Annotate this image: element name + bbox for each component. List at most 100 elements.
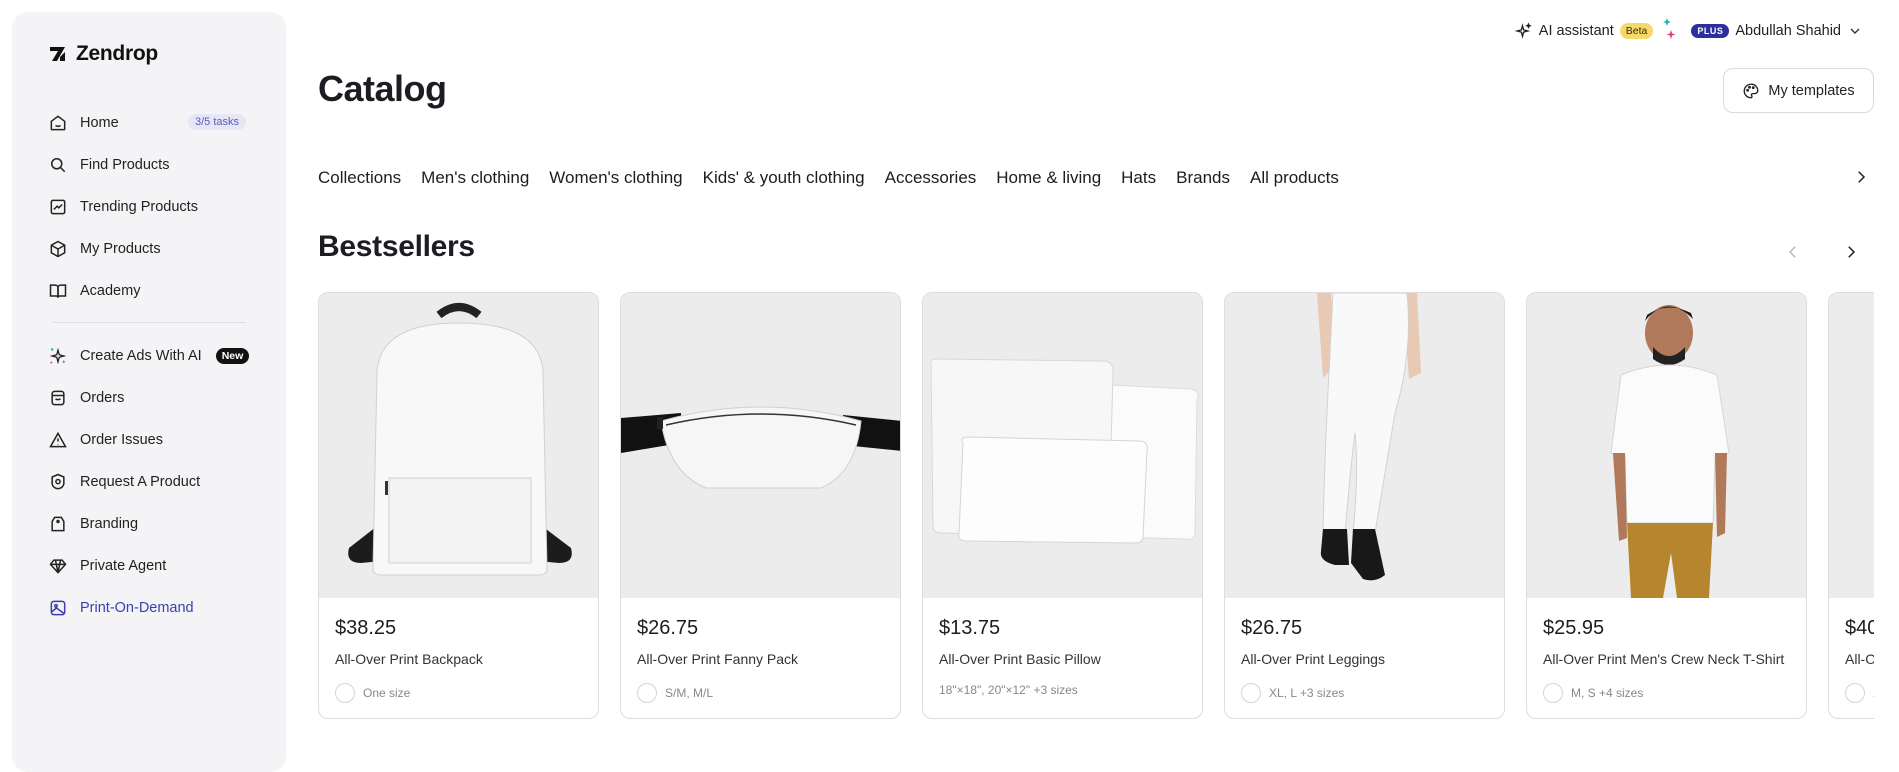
section-title: Bestsellers <box>318 230 475 263</box>
product-sizes-text: S/M, M/L <box>665 686 714 700</box>
tab-all-products[interactable]: All products <box>1250 168 1339 188</box>
product-sizes-text: 18"×18", 20"×12" +3 sizes <box>939 683 1078 697</box>
sidebar-item-label: Print-On-Demand <box>80 600 194 616</box>
sidebar-divider <box>52 322 246 323</box>
sidebar-item-home[interactable]: Home 3/5 tasks <box>12 102 286 144</box>
ai-sparkle-icon <box>1514 22 1532 39</box>
product-sizes: 18"×18", 20"×12" +3 sizes <box>939 683 1078 697</box>
product-sizes-text: One size <box>363 686 411 700</box>
color-swatch[interactable] <box>1543 683 1563 703</box>
product-card[interactable]: $38.25 All-Over Print Backpack One size <box>318 292 599 719</box>
product-image-backpack <box>319 293 598 598</box>
product-name: All-Over Print Leggings <box>1241 651 1385 667</box>
sidebar-item-private-agent[interactable]: Private Agent <box>12 545 286 587</box>
trending-icon <box>50 199 66 215</box>
product-card[interactable]: $26.75 All-Over Print Leggings XL, L +3 … <box>1224 292 1505 719</box>
user-name: Abdullah Shahid <box>1735 23 1841 39</box>
brand-name: Zendrop <box>76 42 158 65</box>
product-image-fanny-pack <box>621 293 900 598</box>
sidebar-item-label: Order Issues <box>80 432 163 448</box>
product-price: $25.95 <box>1543 617 1605 639</box>
page-title: Catalog <box>318 68 447 109</box>
product-price: $13.75 <box>939 617 1001 639</box>
sidebar-item-find-products[interactable]: Find Products <box>12 144 286 186</box>
tab-hats[interactable]: Hats <box>1121 168 1156 188</box>
box-icon <box>50 240 66 258</box>
new-badge: New <box>215 348 250 364</box>
product-sizes: XL <box>1845 683 1874 703</box>
sidebar-item-label: Academy <box>80 283 141 299</box>
product-sizes-text: XL <box>1873 686 1874 700</box>
ai-assistant-label: AI assistant <box>1538 23 1614 39</box>
ai-assistant-button[interactable]: AI assistant Beta <box>1514 22 1654 40</box>
my-templates-label: My templates <box>1768 82 1855 99</box>
sidebar-item-my-products[interactable]: My Products <box>12 228 286 270</box>
orders-icon <box>51 390 65 406</box>
product-image-partial <box>1829 293 1874 598</box>
topbar: AI assistant Beta PLUS Abdullah Shahid <box>1514 18 1863 44</box>
tab-womens-clothing[interactable]: Women's clothing <box>549 168 682 188</box>
sidebar-item-branding[interactable]: Branding <box>12 503 286 545</box>
color-swatch[interactable] <box>335 683 355 703</box>
tab-home-living[interactable]: Home & living <box>996 168 1101 188</box>
color-swatch[interactable] <box>637 683 657 703</box>
zendrop-logo[interactable]: Zendrop <box>48 42 158 66</box>
sidebar-item-print-on-demand[interactable]: Print-On-Demand <box>12 587 286 629</box>
sidebar-item-label: Private Agent <box>80 558 167 574</box>
product-price: $38.25 <box>335 617 397 639</box>
sidebar-item-request-product[interactable]: Request A Product <box>12 461 286 503</box>
sidebar-item-trending-products[interactable]: Trending Products <box>12 186 286 228</box>
categories-next-icon[interactable] <box>1852 166 1870 188</box>
plus-badge: PLUS <box>1691 24 1730 38</box>
tab-mens-clothing[interactable]: Men's clothing <box>421 168 529 188</box>
tab-accessories[interactable]: Accessories <box>885 168 977 188</box>
product-name: All-Over Print Fanny Pack <box>637 651 799 667</box>
tab-collections[interactable]: Collections <box>318 168 401 188</box>
sidebar-item-label: My Products <box>80 241 161 257</box>
search-icon <box>51 158 66 173</box>
tab-kids-youth-clothing[interactable]: Kids' & youth clothing <box>703 168 865 188</box>
product-card[interactable]: $25.95 All-Over Print Men's Crew Neck T-… <box>1526 292 1807 719</box>
sparkle-icon <box>49 347 67 365</box>
diamond-icon <box>49 559 67 574</box>
product-name: All-Over Print Backpack <box>335 651 483 667</box>
home-icon <box>50 115 66 131</box>
warning-icon <box>49 431 67 448</box>
product-sizes: XL, L +3 sizes <box>1241 683 1344 703</box>
tasks-badge: 3/5 tasks <box>187 114 246 130</box>
my-templates-button[interactable]: My templates <box>1723 68 1874 113</box>
product-image-pillow <box>923 293 1202 598</box>
product-price: $26.75 <box>637 617 699 639</box>
product-sizes-text: M, S +4 sizes <box>1571 686 1644 700</box>
zendrop-logo-icon <box>50 47 65 61</box>
color-swatch[interactable] <box>1241 683 1261 703</box>
product-image-leggings <box>1225 293 1504 598</box>
carousel-prev-icon[interactable] <box>1784 242 1802 262</box>
request-icon <box>51 473 65 490</box>
color-swatch[interactable] <box>1845 683 1865 703</box>
category-tabs: Collections Men's clothing Women's cloth… <box>318 168 1339 188</box>
sidebar-item-create-ads[interactable]: Create Ads With AI New <box>12 335 286 377</box>
product-sizes: One size <box>335 683 410 703</box>
sidebar-item-orders[interactable]: Orders <box>12 377 286 419</box>
product-sizes: S/M, M/L <box>637 683 713 703</box>
sidebar-item-label: Trending Products <box>80 199 198 215</box>
product-sizes-text: XL, L +3 sizes <box>1269 686 1345 700</box>
sidebar-item-order-issues[interactable]: Order Issues <box>12 419 286 461</box>
sidebar-item-label: Branding <box>80 516 139 532</box>
carousel-next-icon[interactable] <box>1842 242 1860 262</box>
product-name: All-Over Print Basic Pillow <box>939 651 1101 667</box>
tag-icon <box>51 516 65 532</box>
chevron-down-icon <box>1850 28 1860 34</box>
product-card[interactable]: $13.75 All-Over Print Basic Pillow 18"×1… <box>922 292 1203 719</box>
product-card[interactable]: $40. All-Ov XL <box>1828 292 1874 719</box>
sidebar: Zendrop Home 3/5 tasks Find Products Tre… <box>12 12 286 772</box>
sidebar-nav: Home 3/5 tasks Find Products Trending Pr… <box>12 102 286 629</box>
product-card[interactable]: $26.75 All-Over Print Fanny Pack S/M, M/… <box>620 292 901 719</box>
sidebar-item-label: Find Products <box>80 157 170 173</box>
user-menu[interactable]: PLUS Abdullah Shahid <box>1691 23 1863 39</box>
product-name: All-Ov <box>1845 651 1874 667</box>
product-price: $26.75 <box>1241 617 1303 639</box>
tab-brands[interactable]: Brands <box>1176 168 1230 188</box>
sidebar-item-academy[interactable]: Academy <box>12 270 286 312</box>
